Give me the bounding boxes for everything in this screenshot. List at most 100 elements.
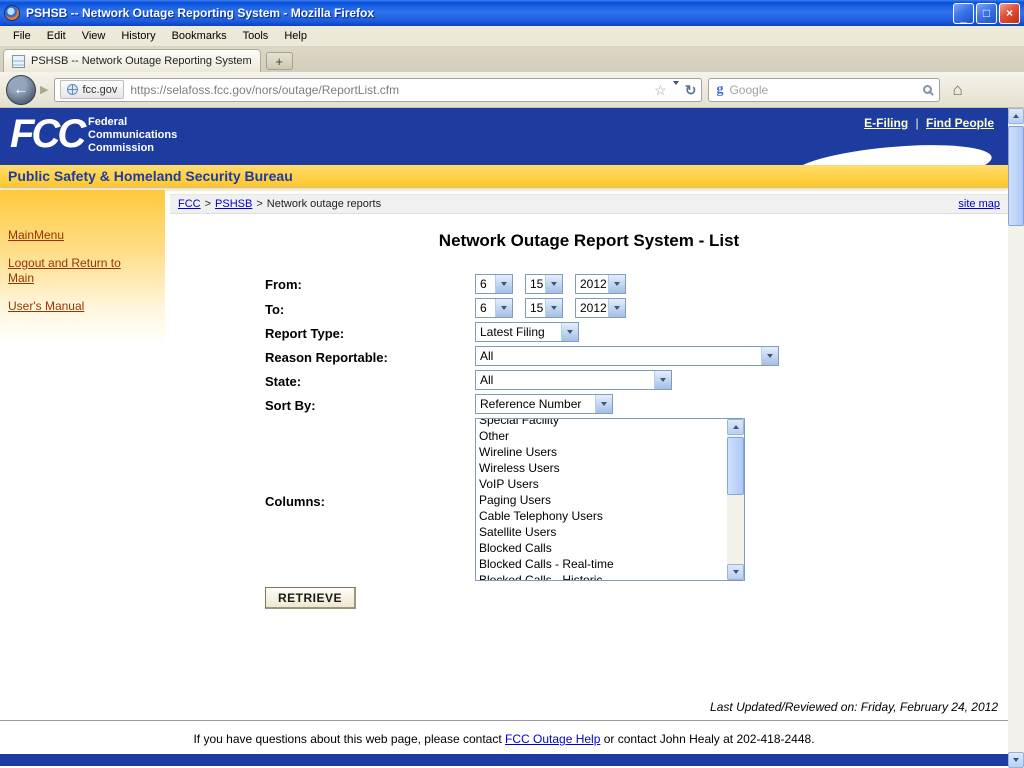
state-select[interactable]: All [475, 370, 672, 390]
breadcrumb-current: Network outage reports [267, 198, 381, 210]
maximize-button[interactable]: □ [976, 3, 997, 24]
navigation-toolbar: ← ▶ fcc.gov https://selafoss.fcc.gov/nor… [0, 72, 1024, 108]
firefox-icon [4, 5, 20, 21]
menu-tools[interactable]: Tools [235, 28, 277, 44]
chevron-down-icon [761, 347, 778, 365]
scrollbar-thumb[interactable] [1008, 126, 1024, 226]
list-item[interactable]: Paging Users [479, 492, 727, 508]
window-titlebar: PSHSB -- Network Outage Reporting System… [0, 0, 1024, 26]
listbox-scrollbar[interactable] [727, 419, 744, 580]
columns-label: Columns: [265, 494, 325, 509]
back-button[interactable]: ← [6, 75, 36, 105]
menu-bookmarks[interactable]: Bookmarks [164, 28, 235, 44]
left-sidebar: MainMenu Logout and Return to Main User'… [0, 190, 165, 345]
from-month-select[interactable]: 6 [475, 274, 513, 294]
menu-edit[interactable]: Edit [39, 28, 74, 44]
from-day-select[interactable]: 15 [525, 274, 563, 294]
chevron-down-icon [545, 275, 562, 293]
home-icon: ⌂ [952, 80, 962, 99]
sidebar-link-logout[interactable]: Logout and Return to Main [8, 256, 149, 286]
tab-bar: PSHSB -- Network Outage Reporting System… [0, 47, 1024, 72]
list-item[interactable]: Wireless Users [479, 460, 727, 476]
report-type-label: Report Type: [265, 326, 344, 341]
minimize-button[interactable]: _ [953, 3, 974, 24]
search-magnifier-icon[interactable] [923, 85, 932, 94]
new-tab-button[interactable]: + [266, 52, 293, 70]
menu-bar: File Edit View History Bookmarks Tools H… [0, 26, 1024, 47]
search-input[interactable]: Google [729, 83, 917, 97]
report-type-select[interactable]: Latest Filing [475, 322, 579, 342]
breadcrumb: FCC > PSHSB > Network outage reports sit… [170, 194, 1008, 214]
scroll-down-icon[interactable] [1008, 752, 1024, 768]
from-year-select[interactable]: 2012 [575, 274, 626, 294]
menu-history[interactable]: History [113, 28, 163, 44]
banner-links: E-Filing | Find People [864, 116, 994, 130]
close-button[interactable]: × [999, 3, 1020, 24]
site-map-link[interactable]: site map [958, 198, 1000, 210]
list-item[interactable]: Special Facility [479, 418, 727, 428]
to-label: To: [265, 302, 284, 317]
list-item[interactable]: Blocked Calls - Real-time [479, 556, 727, 572]
urlbar-dropdown-icon[interactable] [673, 85, 679, 94]
from-controls: 6 15 2012 [475, 274, 626, 294]
home-button[interactable]: ⌂ [946, 80, 968, 100]
breadcrumb-link-pshsb[interactable]: PSHSB [215, 198, 252, 210]
site-favicon [12, 55, 25, 68]
tab-label: PSHSB -- Network Outage Reporting System [31, 55, 252, 67]
find-people-link[interactable]: Find People [926, 116, 994, 130]
list-item[interactable]: Blocked Calls [479, 540, 727, 556]
bureau-title: Public Safety & Homeland Security Bureau [8, 168, 293, 184]
menu-help[interactable]: Help [276, 28, 315, 44]
fcc-outage-help-link[interactable]: FCC Outage Help [505, 732, 600, 746]
to-year-select[interactable]: 2012 [575, 298, 626, 318]
efiling-link[interactable]: E-Filing [864, 116, 908, 130]
forward-button[interactable]: ▶ [40, 83, 48, 96]
fcc-header-banner: FCC Federal Communications Commission E-… [0, 108, 1008, 165]
chevron-down-icon [495, 299, 512, 317]
browser-scrollbar[interactable] [1008, 108, 1024, 768]
page-title: Network Outage Report System - List [170, 231, 1008, 251]
scroll-up-icon[interactable] [727, 419, 744, 435]
columns-listbox[interactable]: Special Facility Other Wireline Users Wi… [475, 418, 745, 581]
list-item[interactable]: Satellite Users [479, 524, 727, 540]
fcc-org-name: Federal Communications Commission [88, 116, 177, 155]
scroll-up-icon[interactable] [1008, 108, 1024, 124]
chevron-down-icon [654, 371, 671, 389]
sidebar-link-mainmenu[interactable]: MainMenu [8, 228, 149, 243]
columns-options: Special Facility Other Wireline Users Wi… [476, 418, 727, 580]
search-box[interactable]: g Google [708, 78, 940, 102]
reason-reportable-select[interactable]: All [475, 346, 779, 366]
list-item[interactable]: VoIP Users [479, 476, 727, 492]
bookmark-star-icon[interactable]: ☆ [654, 83, 667, 97]
url-text[interactable]: https://selafoss.fcc.gov/nors/outage/Rep… [130, 83, 648, 97]
scroll-down-icon[interactable] [727, 564, 744, 580]
url-bar[interactable]: fcc.gov https://selafoss.fcc.gov/nors/ou… [54, 78, 702, 102]
sort-by-select[interactable]: Reference Number [475, 394, 613, 414]
menu-file[interactable]: File [5, 28, 39, 44]
list-item[interactable]: Cable Telephony Users [479, 508, 727, 524]
site-identity-button[interactable]: fcc.gov [60, 80, 124, 99]
sidebar-link-users-manual[interactable]: User's Manual [8, 299, 149, 314]
to-day-select[interactable]: 15 [525, 298, 563, 318]
tab-active[interactable]: PSHSB -- Network Outage Reporting System [3, 49, 261, 72]
scrollbar-thumb[interactable] [727, 437, 744, 495]
window-title: PSHSB -- Network Outage Reporting System… [26, 6, 951, 20]
list-item[interactable]: Other [479, 428, 727, 444]
breadcrumb-link-fcc[interactable]: FCC [178, 198, 201, 210]
site-identity-label: fcc.gov [82, 84, 117, 96]
chevron-down-icon [561, 323, 578, 341]
to-month-select[interactable]: 6 [475, 298, 513, 318]
state-label: State: [265, 374, 301, 389]
reload-icon[interactable]: ↻ [685, 83, 697, 97]
list-item[interactable]: Wireline Users [479, 444, 727, 460]
menu-view[interactable]: View [74, 28, 114, 44]
chevron-down-icon [608, 299, 625, 317]
list-item[interactable]: Blocked Calls - Historic [479, 572, 727, 580]
reason-reportable-label: Reason Reportable: [265, 350, 388, 365]
retrieve-button[interactable]: RETRIEVE [265, 587, 356, 609]
last-updated-text: Last Updated/Reviewed on: Friday, Februa… [710, 700, 998, 714]
to-controls: 6 15 2012 [475, 298, 626, 318]
swoosh-graphic [791, 138, 994, 165]
footer-contact: If you have questions about this web pag… [0, 732, 1008, 746]
web-page: FCC Federal Communications Commission E-… [0, 108, 1008, 768]
